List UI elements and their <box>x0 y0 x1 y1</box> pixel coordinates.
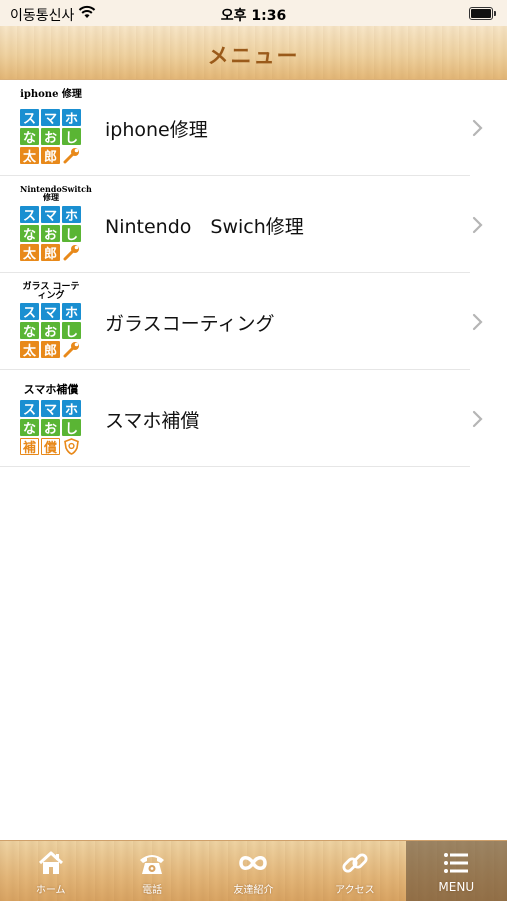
tile: な <box>20 419 39 437</box>
menu-item-smartphone-insurance[interactable]: スマホ補償 スマホ なおし 補償 スマホ補償 <box>0 370 507 467</box>
wrench-icon <box>63 245 79 261</box>
tile: 補 <box>20 438 39 456</box>
tile: し <box>62 419 81 437</box>
tile: な <box>20 322 39 340</box>
chevron-right-icon <box>472 119 483 137</box>
tile: マ <box>41 109 60 127</box>
home-icon <box>38 851 63 874</box>
menu-item-label: Nintendo Swich修理 <box>105 216 304 238</box>
tab-label: アクセス <box>335 885 375 896</box>
menu-list-icon <box>444 853 469 873</box>
tile: 太 <box>20 244 39 262</box>
tab-label: 友達紹介 <box>233 885 274 896</box>
tab-label: 電話 <box>142 885 163 896</box>
tile: し <box>62 225 81 243</box>
tile: マ <box>41 400 60 418</box>
nintendo-switch-repair-thumbnail: NintendoSwitch 修理 スマホ なおし 太郎 <box>20 184 92 266</box>
tile: ホ <box>62 109 81 127</box>
status-bar: 이동통신사 오후 1:36 <box>0 0 507 26</box>
thumbnail-caption: iphone 修理 <box>20 89 82 100</box>
tile: ス <box>20 400 39 418</box>
tab-bar: ホーム 電話 友達紹介 アクセス MENU <box>0 840 507 901</box>
tile: 郎 <box>41 244 60 262</box>
tile: お <box>41 419 60 437</box>
tile: ス <box>20 303 39 321</box>
thumbnail-caption: スマホ補償 <box>23 383 79 396</box>
menu-item-nintendo-switch-repair[interactable]: NintendoSwitch 修理 スマホ なおし 太郎 Nintendo Sw… <box>0 176 507 273</box>
chevron-right-icon <box>472 410 483 428</box>
tab-phone[interactable]: 電話 <box>101 841 202 901</box>
tile: マ <box>41 303 60 321</box>
tile: 郎 <box>41 147 60 165</box>
thumbnail-caption: ガラス コーティング <box>22 282 80 301</box>
tile: お <box>41 128 60 146</box>
tab-label: MENU <box>438 880 475 894</box>
tile: 太 <box>20 341 39 359</box>
thumbnail-caption: NintendoSwitch 修理 <box>20 184 92 202</box>
chevron-right-icon <box>472 313 483 331</box>
tile: な <box>20 128 39 146</box>
wrench-icon <box>63 342 79 358</box>
tile: 郎 <box>41 341 60 359</box>
tab-home[interactable]: ホーム <box>0 841 101 901</box>
tile: マ <box>41 206 60 224</box>
tab-menu[interactable]: MENU <box>405 841 507 901</box>
phone-icon <box>140 855 165 874</box>
page-title: メニュー <box>207 44 300 68</box>
menu-item-label: ガラスコーティング <box>105 313 275 335</box>
menu-list: iphone 修理 スマホ なおし 太郎 iphone修理 NintendoSw… <box>0 79 507 467</box>
tile: 太 <box>20 147 39 165</box>
tile: ス <box>20 206 39 224</box>
tile: お <box>41 225 60 243</box>
menu-item-iphone-repair[interactable]: iphone 修理 スマホ なおし 太郎 iphone修理 <box>0 79 507 176</box>
smartphone-insurance-thumbnail: スマホ補償 スマホ なおし 補償 <box>20 378 82 460</box>
tile: 償 <box>41 438 60 456</box>
tile: な <box>20 225 39 243</box>
tab-label: ホーム <box>35 885 66 896</box>
link-icon <box>342 853 368 873</box>
infinity-icon <box>239 856 268 870</box>
menu-item-label: スマホ補償 <box>105 410 200 432</box>
tile: し <box>62 128 81 146</box>
menu-item-glass-coating[interactable]: ガラス コーティング スマホ なおし 太郎 ガラスコーティング <box>0 273 507 370</box>
tile: し <box>62 322 81 340</box>
tab-friend-referral[interactable]: 友達紹介 <box>203 841 304 901</box>
chevron-right-icon <box>472 216 483 234</box>
tile: ホ <box>62 400 81 418</box>
shield-icon <box>64 438 79 455</box>
tile: お <box>41 322 60 340</box>
wrench-icon <box>63 148 79 164</box>
navigation-bar: メニュー <box>0 26 507 80</box>
status-time: 오후 1:36 <box>220 8 287 24</box>
glass-coating-thumbnail: ガラス コーティング スマホ なおし 太郎 <box>20 281 82 363</box>
menu-item-label: iphone修理 <box>105 119 208 141</box>
iphone-repair-thumbnail: iphone 修理 スマホ なおし 太郎 <box>20 87 82 169</box>
battery-icon <box>469 7 496 20</box>
tile: ホ <box>62 206 81 224</box>
tile: ホ <box>62 303 81 321</box>
tab-access[interactable]: アクセス <box>304 841 405 901</box>
tile: ス <box>20 109 39 127</box>
